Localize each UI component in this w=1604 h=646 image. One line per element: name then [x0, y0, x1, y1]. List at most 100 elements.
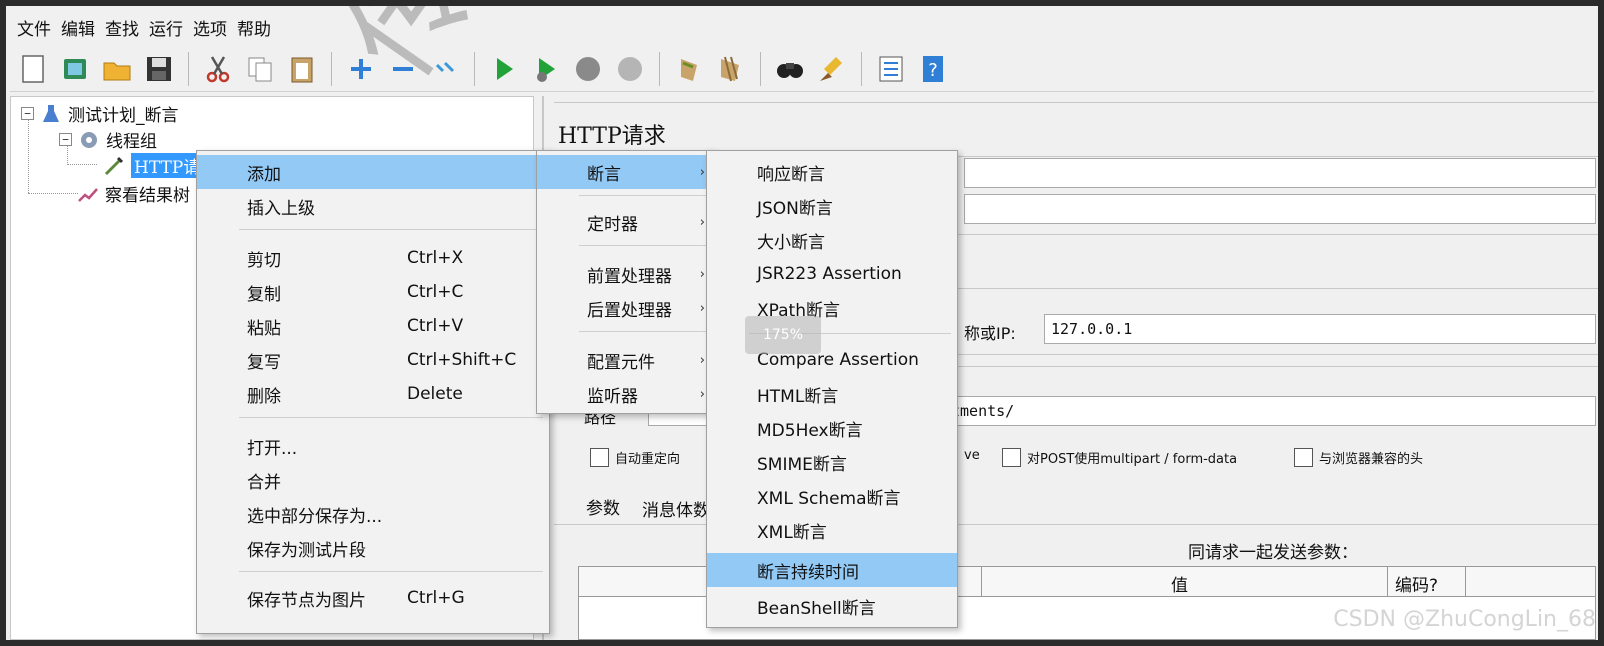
multipart-checkbox[interactable]: 对POST使用multipart / form-data: [1002, 448, 1237, 467]
menu-item-label: XML Schema断言: [757, 488, 901, 509]
shutdown-icon[interactable]: [611, 50, 649, 88]
menu-item-md5hex-assertion[interactable]: MD5Hex断言: [707, 411, 957, 445]
tree-node-thread-group[interactable]: − 线程组: [59, 127, 157, 152]
menu-file[interactable]: 文件: [12, 15, 56, 40]
menu-help[interactable]: 帮助: [232, 15, 276, 40]
menu-run[interactable]: 运行: [144, 15, 188, 40]
menu-item-duration-assertion[interactable]: 断言持续时间: [707, 553, 957, 587]
menu-item-beanshell-assertion[interactable]: BeanShell断言: [707, 589, 957, 623]
menu-item-label: 复制: [247, 284, 281, 305]
menu-edit[interactable]: 编辑: [56, 15, 100, 40]
toolbar-separator: [188, 51, 189, 86]
menu-item-paste[interactable]: 粘贴 Ctrl+V: [197, 309, 549, 343]
start-no-pause-icon[interactable]: [527, 50, 565, 88]
chevron-right-icon: ›: [699, 352, 705, 368]
reset-search-icon[interactable]: [813, 50, 851, 88]
tree-node-test-plan[interactable]: − 测试计划_断言: [21, 101, 179, 126]
menu-item-label: 插入上级: [247, 198, 315, 219]
tab-body-data[interactable]: 消息体数: [642, 496, 710, 521]
path-value: tments/: [951, 402, 1015, 420]
column-divider: [981, 567, 982, 597]
menu-item-label: 保存为测试片段: [247, 540, 366, 561]
templates-icon[interactable]: [56, 50, 94, 88]
menu-separator: [239, 229, 543, 230]
menu-item-label: 定时器: [587, 214, 638, 235]
clear-icon[interactable]: [670, 50, 708, 88]
menu-separator: [579, 195, 707, 196]
panel-title: HTTP请求: [558, 124, 666, 149]
paste-icon[interactable]: [283, 50, 321, 88]
open-icon[interactable]: [98, 50, 136, 88]
column-encode[interactable]: 编码?: [1395, 571, 1438, 596]
menu-item-label: MD5Hex断言: [757, 420, 863, 441]
menu-item-label: BeanShell断言: [757, 598, 876, 619]
tree-node-http-request[interactable]: HTTP请: [103, 153, 204, 178]
menu-item-xml-schema-assertion[interactable]: XML Schema断言: [707, 479, 957, 513]
menu-item-save-selection[interactable]: 选中部分保存为...: [197, 497, 549, 531]
menu-item-open[interactable]: 打开...: [197, 429, 549, 463]
menu-search[interactable]: 查找: [100, 15, 144, 40]
tab-parameters[interactable]: 参数: [586, 494, 620, 519]
menu-item-copy[interactable]: 复制 Ctrl+C: [197, 275, 549, 309]
menu-item-pre-processors[interactable]: 前置处理器 ›: [537, 257, 713, 291]
menu-item-post-processors[interactable]: 后置处理器 ›: [537, 291, 713, 325]
keepalive-checkbox[interactable]: ve: [964, 448, 980, 463]
tree-node-view-results[interactable]: 察看结果树: [77, 181, 190, 206]
menu-item-smime-assertion[interactable]: SMIME断言: [707, 445, 957, 479]
menu-item-listeners[interactable]: 监听器 ›: [537, 377, 713, 411]
tree-guide: [67, 164, 97, 165]
menu-item-label: 合并: [247, 472, 281, 493]
menu-options[interactable]: 选项: [188, 15, 232, 40]
menu-item-size-assertion[interactable]: 大小断言: [707, 223, 957, 257]
menu-item-config-elements[interactable]: 配置元件 ›: [537, 343, 713, 377]
redirect-checkbox[interactable]: 自动重定向: [590, 448, 680, 467]
search-icon[interactable]: [771, 50, 809, 88]
menu-item-duplicate[interactable]: 复写 Ctrl+Shift+C: [197, 343, 549, 377]
server-input[interactable]: 127.0.0.1: [1044, 314, 1596, 344]
menu-item-shortcut: Ctrl+X: [407, 248, 464, 268]
menu-item-json-assertion[interactable]: JSON断言: [707, 189, 957, 223]
menu-item-label: 配置元件: [587, 352, 655, 373]
menu-item-label: HTML断言: [757, 386, 839, 407]
menu-item-cut[interactable]: 剪切 Ctrl+X: [197, 241, 549, 275]
menu-item-label: JSR223 Assertion: [757, 264, 902, 284]
menu-item-timers[interactable]: 定时器 ›: [537, 205, 713, 239]
menu-item-jsr223-assertion[interactable]: JSR223 Assertion: [707, 257, 957, 291]
collapse-icon[interactable]: [384, 50, 422, 88]
copy-icon[interactable]: [241, 50, 279, 88]
menu-item-insert-parent[interactable]: 插入上级›: [197, 189, 549, 223]
save-icon[interactable]: [140, 50, 178, 88]
menu-item-delete[interactable]: 删除 Delete: [197, 377, 549, 411]
toggle-icon[interactable]: [426, 50, 464, 88]
chevron-right-icon: ›: [699, 386, 705, 402]
collapse-toggle-icon[interactable]: −: [21, 107, 34, 120]
stop-icon[interactable]: [569, 50, 607, 88]
menu-item-merge[interactable]: 合并: [197, 463, 549, 497]
menu-item-save-image[interactable]: 保存节点为图片 Ctrl+G: [197, 581, 549, 615]
cut-icon[interactable]: [199, 50, 237, 88]
menu-item-label: 大小断言: [757, 232, 825, 253]
checkbox-box[interactable]: [1294, 448, 1313, 467]
menu-item-assertions[interactable]: 断言 ›: [537, 155, 713, 189]
chevron-right-icon: ›: [699, 164, 705, 180]
column-value[interactable]: 值: [1171, 571, 1188, 596]
checkbox-box[interactable]: [1002, 448, 1021, 467]
menu-item-html-assertion[interactable]: HTML断言: [707, 377, 957, 411]
new-icon[interactable]: [14, 50, 52, 88]
checkbox-box[interactable]: [590, 448, 609, 467]
collapse-toggle-icon[interactable]: −: [59, 133, 72, 146]
toolbar: ?: [10, 46, 1594, 92]
clear-all-icon[interactable]: [712, 50, 750, 88]
function-helper-icon[interactable]: [872, 50, 910, 88]
expand-icon[interactable]: [342, 50, 380, 88]
menu-item-add[interactable]: 添加›: [197, 155, 549, 189]
help-icon[interactable]: ?: [914, 50, 952, 88]
menu-item-save-fragment[interactable]: 保存为测试片段: [197, 531, 549, 565]
name-field[interactable]: [964, 158, 1596, 188]
menu-item-xml-assertion[interactable]: XML断言: [707, 513, 957, 547]
menu-item-response-assertion[interactable]: 响应断言: [707, 155, 957, 189]
start-icon[interactable]: [485, 50, 523, 88]
comments-field[interactable]: [964, 194, 1596, 224]
chart-icon: [78, 187, 98, 202]
browser-headers-checkbox[interactable]: 与浏览器兼容的头: [1294, 448, 1423, 467]
